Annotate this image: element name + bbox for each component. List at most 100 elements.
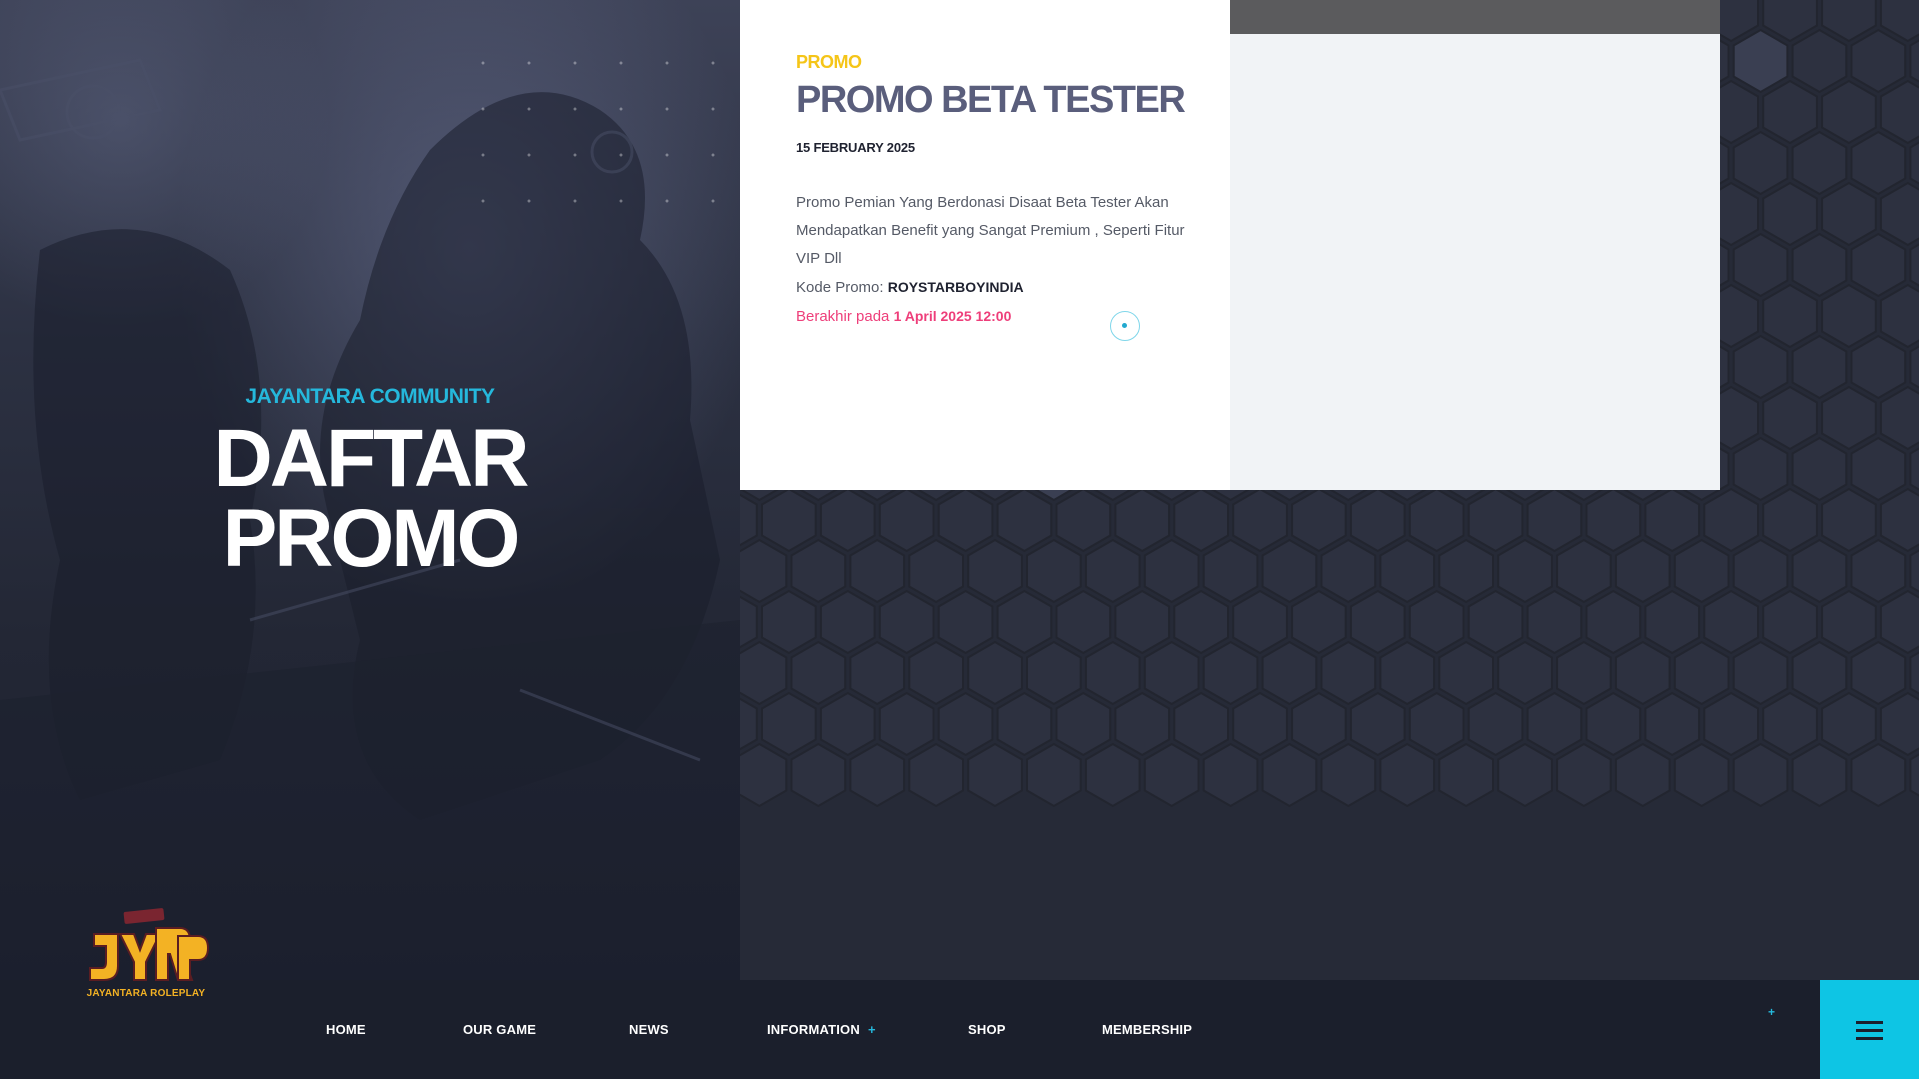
hex-cell <box>937 589 994 655</box>
hex-cell <box>1879 181 1919 247</box>
nav-our-game[interactable]: OUR GAME <box>463 1022 536 1037</box>
hex-cell <box>790 640 847 706</box>
hex-cell <box>967 640 1023 706</box>
hex-cell <box>908 742 964 808</box>
hex-cell <box>1467 691 1524 757</box>
hex-cell <box>1791 640 1848 706</box>
hex-cell <box>761 487 817 553</box>
hex-cell <box>1821 385 1877 451</box>
hex-cell <box>1791 742 1848 808</box>
nav-news[interactable]: NEWS <box>629 1022 669 1037</box>
promo-description: Promo Pemian Yang Berdonasi Disaat Beta … <box>796 194 1185 267</box>
hex-cell <box>908 640 964 706</box>
hex-cell <box>1703 691 1759 757</box>
hex-cell <box>1438 640 1494 706</box>
promo-title[interactable]: PROMO BETA TESTER <box>796 79 1230 122</box>
nav-home[interactable]: HOME <box>326 1022 366 1037</box>
hex-cell <box>1408 691 1465 757</box>
hex-cell <box>1379 538 1436 604</box>
hamburger-menu-icon[interactable] <box>1820 980 1919 1079</box>
hero-title-line1: DAFTAR <box>213 413 530 504</box>
hex-cell <box>1850 334 1907 400</box>
hex-cell <box>1497 538 1553 604</box>
hex-cell <box>740 538 788 604</box>
hex-cell <box>1320 538 1377 604</box>
main-navbar <box>0 980 1919 1079</box>
promo-end-label: Berakhir pada <box>796 308 890 325</box>
hero-title: DAFTAR PROMO <box>200 413 540 584</box>
hex-cell <box>1349 589 1406 655</box>
hex-cell <box>819 691 876 757</box>
hex-cell <box>1762 181 1818 247</box>
hex-cell <box>1850 640 1907 706</box>
hex-cell <box>1526 589 1583 655</box>
hex-cell <box>908 538 964 604</box>
hex-cell <box>1261 742 1318 808</box>
hex-cell <box>1585 589 1642 655</box>
hex-cell <box>1320 640 1377 706</box>
promo-end-value: 1 April 2025 12:00 <box>893 308 1012 324</box>
hex-cell <box>1762 283 1818 349</box>
hex-cell <box>1084 640 1141 706</box>
hex-cell <box>1349 487 1406 553</box>
hex-cell <box>967 742 1023 808</box>
hex-cell <box>1438 538 1494 604</box>
hex-cell <box>878 691 935 757</box>
hex-cell <box>1821 79 1877 145</box>
dot-grid-decoration <box>460 40 740 240</box>
hex-cell <box>1762 487 1818 553</box>
hero-heading-group: JAYANTARA COMMUNITY DAFTAR PROMO <box>200 385 540 584</box>
hex-cell <box>1379 640 1436 706</box>
hex-cell <box>1879 79 1919 145</box>
hex-cell <box>740 697 758 751</box>
hex-cell <box>1762 79 1818 145</box>
hex-cell <box>1408 589 1465 655</box>
hex-cell <box>1232 589 1288 655</box>
hex-cell <box>1526 691 1583 757</box>
hex-cell <box>937 487 994 553</box>
hex-cell <box>1497 640 1553 706</box>
hex-cell <box>1821 691 1877 757</box>
hex-cell <box>740 640 788 706</box>
hex-cell <box>1732 742 1789 808</box>
hex-cell <box>1850 232 1907 298</box>
hex-cell <box>1821 487 1877 553</box>
hero-kicker: JAYANTARA COMMUNITY <box>245 385 495 408</box>
hex-cell <box>1732 538 1789 604</box>
hex-cell <box>1055 589 1112 655</box>
hex-cell <box>849 640 906 706</box>
hex-cell <box>1673 742 1730 808</box>
hex-cell <box>1821 0 1877 43</box>
hex-cell <box>1879 589 1919 655</box>
promo-card-image-area <box>1230 0 1720 490</box>
hex-cell <box>1055 691 1112 757</box>
hex-cell <box>790 742 847 808</box>
hex-cell <box>1526 487 1583 553</box>
hex-cell <box>1556 640 1612 706</box>
hero-panel: JAYANTARA COMMUNITY DAFTAR PROMO <box>0 0 740 980</box>
nav-shop[interactable]: SHOP <box>968 1022 1006 1037</box>
hex-cell <box>1556 742 1612 808</box>
hex-cell <box>1791 436 1848 502</box>
circle-dot-icon[interactable] <box>1110 311 1140 341</box>
hex-cell <box>996 487 1053 553</box>
hex-cell <box>996 691 1053 757</box>
logo-text: JAYANTARA ROLEPLAY <box>86 988 206 999</box>
hex-cell <box>1673 538 1730 604</box>
plus-icon: + <box>1768 1005 1776 1019</box>
hex-cell <box>1556 538 1612 604</box>
hex-cell <box>1762 385 1818 451</box>
hex-cell <box>878 589 935 655</box>
hex-cell <box>1232 487 1288 553</box>
nav-membership[interactable]: MEMBERSHIP <box>1102 1022 1192 1037</box>
hex-cell <box>1879 691 1919 757</box>
hex-cell <box>740 595 758 649</box>
hex-cell <box>849 538 906 604</box>
hex-cell <box>1114 487 1171 553</box>
hex-cell <box>1291 487 1347 553</box>
hero-title-line2: PROMO <box>222 493 521 584</box>
hex-cell <box>1673 640 1730 706</box>
hex-cell <box>1261 640 1318 706</box>
hex-cell <box>1791 130 1848 196</box>
nav-information[interactable]: INFORMATION + <box>767 1022 876 1037</box>
